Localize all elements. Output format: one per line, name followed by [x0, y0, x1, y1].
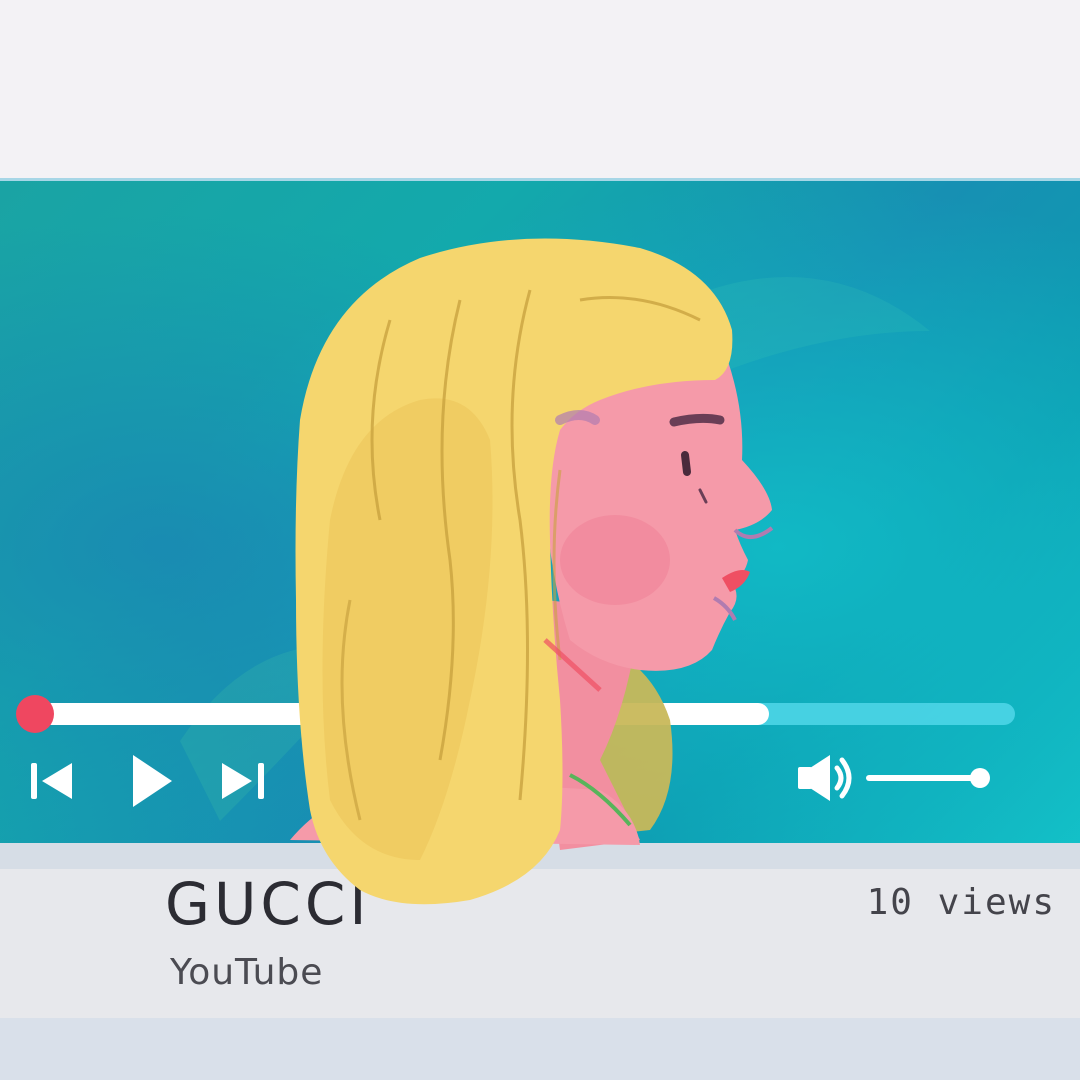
player-controls [0, 181, 1080, 846]
video-player[interactable] [0, 178, 1080, 846]
progress-scrubber[interactable] [16, 695, 54, 733]
top-band [0, 0, 1080, 178]
bottom-band [0, 1018, 1080, 1080]
video-info-panel [0, 843, 1080, 1018]
channel-name[interactable]: YouTube [170, 952, 323, 993]
volume-slider[interactable] [866, 775, 978, 781]
view-count: 10 views [866, 882, 1056, 923]
progress-played [30, 703, 769, 725]
volume-knob[interactable] [970, 768, 990, 788]
page: GUCCI YouTube 10 views [0, 0, 1080, 1080]
play-icon[interactable] [128, 751, 176, 811]
skip-forward-icon[interactable] [218, 759, 268, 803]
info-divider [0, 843, 1080, 869]
volume-icon[interactable] [796, 751, 858, 805]
video-title[interactable]: GUCCI [165, 870, 371, 938]
skip-back-icon[interactable] [28, 759, 78, 803]
